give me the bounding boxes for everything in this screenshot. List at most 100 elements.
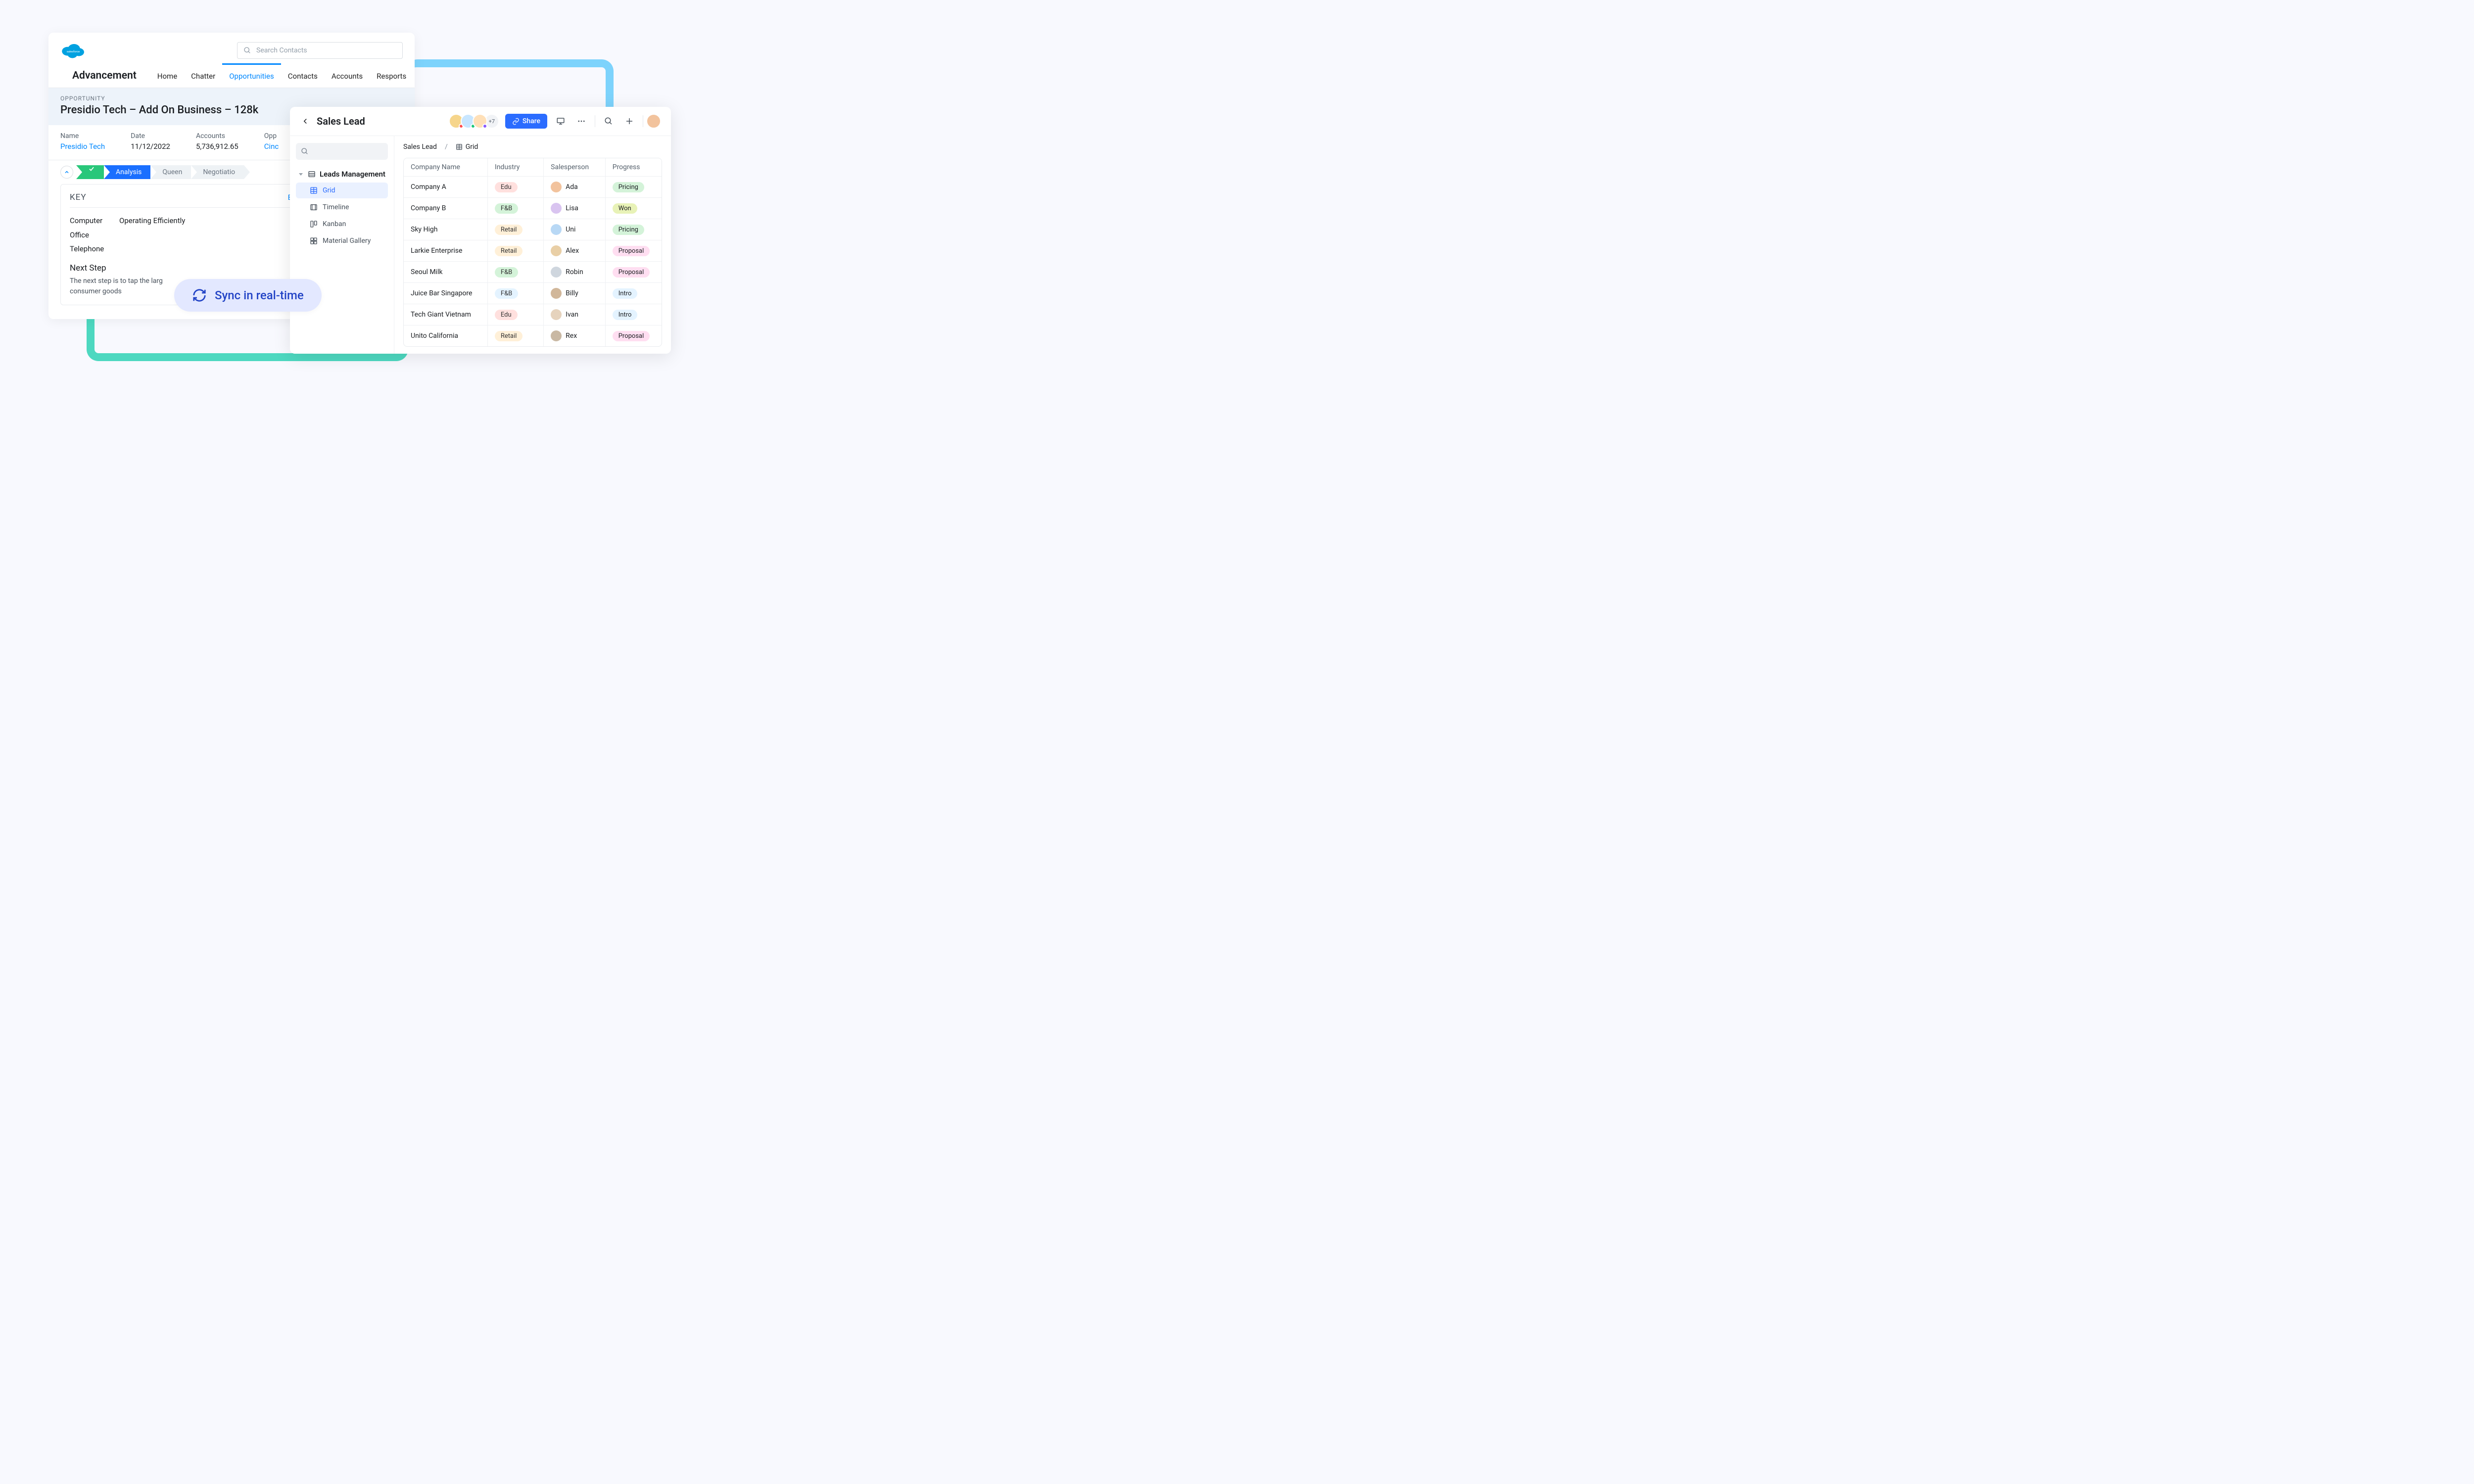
- stage-chevron[interactable]: Negotiatio: [191, 165, 244, 179]
- field-value[interactable]: Cinc: [264, 142, 279, 151]
- share-button[interactable]: Share: [505, 114, 547, 129]
- nav-tab[interactable]: Accounts: [325, 63, 370, 88]
- collaborator-avatar[interactable]: [473, 114, 487, 129]
- column-header[interactable]: Progress: [606, 158, 662, 176]
- field-value: 5,736,912.65: [196, 142, 238, 151]
- column-header[interactable]: Industry: [488, 158, 544, 176]
- cell-progress: Won: [606, 198, 662, 219]
- cell-industry: F&B: [488, 198, 544, 219]
- nav-tab[interactable]: Opportunities: [222, 63, 281, 88]
- sidebar-item[interactable]: Kanban: [296, 216, 388, 232]
- stage-chevron[interactable]: Queen: [150, 165, 191, 179]
- sidebar-item[interactable]: Material Gallery: [296, 233, 388, 249]
- sidebar-group[interactable]: Leads Management: [296, 166, 388, 183]
- share-label: Share: [523, 117, 540, 125]
- sidebar-search[interactable]: [296, 143, 388, 160]
- table-row[interactable]: Larkie Enterprise Retail Alex Proposal: [404, 240, 662, 262]
- list-icon: [308, 170, 316, 178]
- cell-salesperson: Rex: [544, 325, 606, 346]
- crumb-leaf[interactable]: Grid: [456, 143, 478, 151]
- more-icon[interactable]: [574, 114, 589, 129]
- cell-industry: Retail: [488, 325, 544, 346]
- key-card-title: KEY: [70, 192, 87, 202]
- chevron-up-icon[interactable]: [60, 166, 73, 179]
- crumb-root[interactable]: Sales Lead: [403, 143, 437, 151]
- sidebar-item-label: Timeline: [323, 203, 349, 211]
- cell-industry: F&B: [488, 283, 544, 304]
- column-header[interactable]: Company Name: [404, 158, 488, 176]
- stage-chevron[interactable]: [76, 165, 104, 179]
- cell-progress: Intro: [606, 283, 662, 304]
- salesforce-logo: salesforce: [60, 42, 86, 59]
- search-icon: [243, 46, 251, 54]
- cell-company: Larkie Enterprise: [404, 240, 488, 261]
- cell-company: Juice Bar Singapore: [404, 283, 488, 304]
- app-launcher-icon[interactable]: [60, 70, 62, 81]
- cell-company: Seoul Milk: [404, 262, 488, 282]
- chevron-down-icon: [298, 171, 304, 177]
- table-row[interactable]: Juice Bar Singapore F&B Billy Intro: [404, 283, 662, 304]
- back-button[interactable]: [300, 116, 311, 127]
- sync-icon: [192, 288, 207, 303]
- cell-industry: Edu: [488, 177, 544, 197]
- sync-pill: Sync in real-time: [174, 279, 322, 312]
- view-icon: [310, 186, 318, 194]
- add-button[interactable]: [622, 114, 637, 129]
- main-content: Sales Lead / Grid Company NameIndustrySa…: [394, 136, 671, 354]
- table-row[interactable]: Tech Giant Vietnam Edu Ivan Intro: [404, 304, 662, 325]
- search-button[interactable]: [601, 114, 616, 129]
- cell-company: Company B: [404, 198, 488, 219]
- table-row[interactable]: Company B F&B Lisa Won: [404, 198, 662, 219]
- stage-chevron[interactable]: Analysis: [104, 165, 150, 179]
- field-value[interactable]: Presidio Tech: [60, 142, 105, 151]
- nav-tab[interactable]: Chatter: [184, 63, 222, 88]
- field-label: Opp: [264, 132, 279, 140]
- cell-company: Tech Giant Vietnam: [404, 304, 488, 325]
- sidebar-item-label: Material Gallery: [323, 237, 371, 245]
- nav-bar: Advancement HomeChatterOpportunitiesCont…: [48, 63, 415, 88]
- nav-tab[interactable]: Home: [150, 63, 184, 88]
- table-row[interactable]: Company A Edu Ada Pricing: [404, 177, 662, 198]
- cell-progress: Proposal: [606, 240, 662, 261]
- next-step-title: Next Step: [70, 263, 300, 273]
- nav-tab[interactable]: Contacts: [281, 63, 325, 88]
- nav-tab[interactable]: Resports: [370, 63, 413, 88]
- table-row[interactable]: Unito California Retail Rex Proposal: [404, 325, 662, 346]
- section-label: OPPORTUNITY: [60, 95, 403, 102]
- sidebar-item[interactable]: Timeline: [296, 199, 388, 215]
- table-row[interactable]: Sky High Retail Uni Pricing: [404, 219, 662, 240]
- cell-industry: Edu: [488, 304, 544, 325]
- field-label: Name: [60, 132, 105, 140]
- breadcrumb: Sales Lead / Grid: [403, 143, 662, 151]
- cell-salesperson: Ivan: [544, 304, 606, 325]
- workspace-name: Advancement: [72, 70, 137, 82]
- search-input[interactable]: Search Contacts: [237, 42, 403, 59]
- table-row[interactable]: Seoul Milk F&B Robin Proposal: [404, 262, 662, 283]
- sidebar-item[interactable]: Grid: [296, 183, 388, 198]
- view-icon: [310, 220, 318, 228]
- cell-salesperson: Robin: [544, 262, 606, 282]
- cell-salesperson: Ada: [544, 177, 606, 197]
- cell-company: Sky High: [404, 219, 488, 240]
- svg-text:salesforce: salesforce: [67, 50, 80, 53]
- collaborator-avatars[interactable]: +7: [449, 114, 499, 129]
- search-placeholder: Search Contacts: [256, 46, 307, 54]
- key-row: ComputerOperating Efficiently: [70, 214, 300, 228]
- cell-salesperson: Lisa: [544, 198, 606, 219]
- cell-progress: Intro: [606, 304, 662, 325]
- cell-industry: Retail: [488, 240, 544, 261]
- link-icon: [512, 118, 520, 125]
- cell-salesperson: Alex: [544, 240, 606, 261]
- column-header[interactable]: Salesperson: [544, 158, 606, 176]
- view-icon: [310, 203, 318, 211]
- cell-industry: F&B: [488, 262, 544, 282]
- sidebar-item-label: Kanban: [323, 220, 346, 228]
- cell-progress: Proposal: [606, 262, 662, 282]
- key-row: Office Telephone: [70, 228, 300, 256]
- cell-progress: Pricing: [606, 177, 662, 197]
- present-icon[interactable]: [553, 114, 568, 129]
- cell-company: Unito California: [404, 325, 488, 346]
- leads-table: Company NameIndustrySalespersonProgress …: [403, 158, 662, 347]
- user-avatar[interactable]: [646, 114, 661, 129]
- search-icon: [301, 147, 309, 155]
